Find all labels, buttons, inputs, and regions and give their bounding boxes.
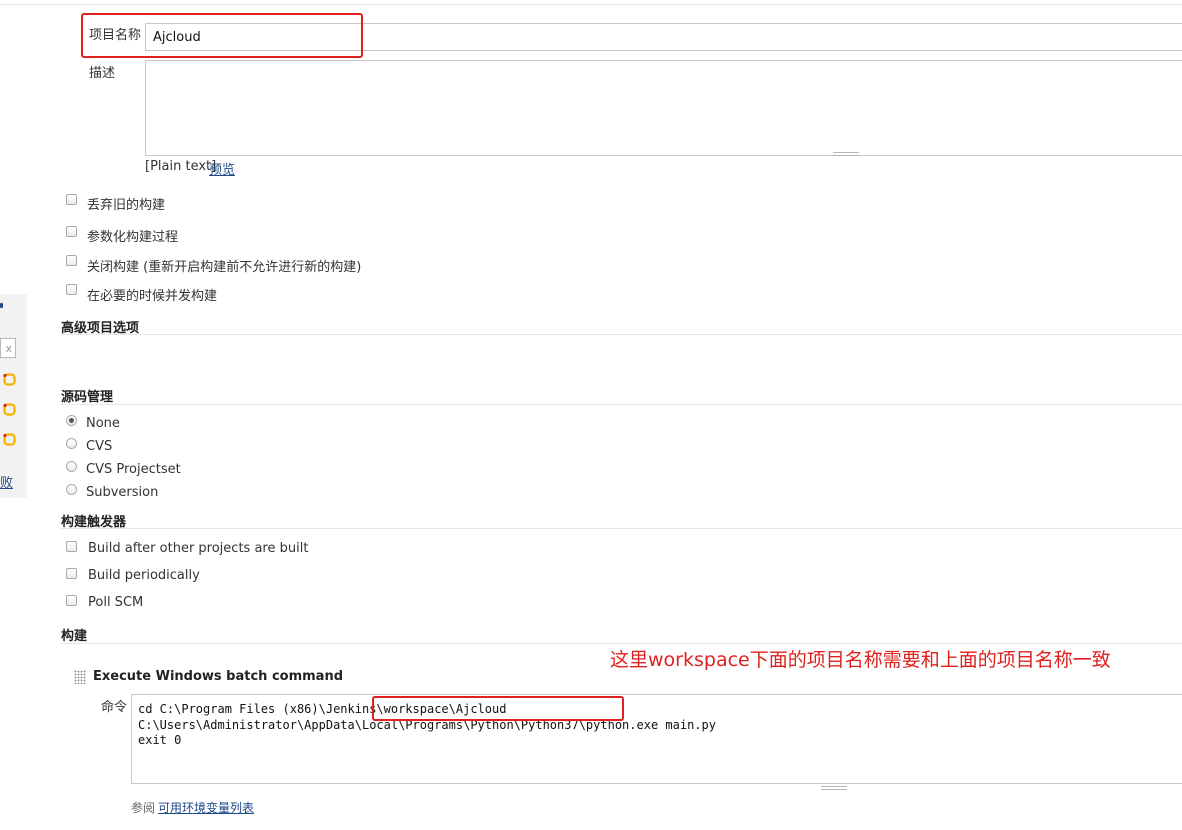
trigger-label: Build periodically (88, 568, 200, 583)
scm-subversion-radio[interactable] (66, 484, 77, 495)
disable-build-checkbox[interactable] (66, 255, 77, 266)
sidebar-edge-mark (0, 303, 3, 308)
build-step-title: Execute Windows batch command (93, 669, 344, 684)
preview-link[interactable]: 预览 (209, 159, 235, 178)
option-label: 关闭构建 (重新开启构建前不允许进行新的构建) (87, 260, 362, 275)
scm-option-label: CVS (86, 439, 113, 454)
env-prefix: 参阅 (131, 801, 156, 815)
format-label: [Plain text] (145, 159, 217, 174)
status-icon[interactable] (3, 433, 16, 446)
section-divider (61, 334, 1182, 335)
description-textarea[interactable] (145, 60, 1182, 156)
scm-cvs-radio[interactable] (66, 438, 77, 449)
scm-option-label: None (86, 416, 120, 431)
section-divider (61, 528, 1182, 529)
scm-none-radio[interactable] (66, 415, 77, 426)
status-icon[interactable] (3, 373, 16, 386)
status-icon[interactable] (3, 403, 16, 416)
annotation-text: 这里workspace下面的项目名称需要和上面的项目名称一致 (610, 649, 1111, 671)
concurrent-build-checkbox[interactable] (66, 284, 77, 295)
section-scm-title: 源码管理 (61, 390, 114, 405)
command-textarea[interactable]: cd C:\Program Files (x86)\Jenkins\worksp… (131, 694, 1182, 784)
option-label: 在必要的时候并发构建 (87, 289, 218, 304)
command-label: 命令 (101, 700, 128, 715)
discard-old-builds-checkbox[interactable] (66, 194, 77, 205)
drag-handle-icon[interactable] (74, 670, 86, 684)
option-label: 参数化构建过程 (87, 230, 179, 245)
top-divider (0, 4, 1182, 5)
highlight-box-project-name (81, 13, 363, 58)
env-vars-link[interactable]: 可用环境变量列表 (158, 799, 254, 816)
scm-option-label: CVS Projectset (86, 462, 181, 477)
trigger-label: Build after other projects are built (88, 541, 309, 556)
trigger-after-other-projects-checkbox[interactable] (66, 541, 77, 552)
sidebar-failed-link[interactable]: 败 (0, 472, 13, 491)
sidebar-panel (0, 294, 27, 498)
textarea-resize-handle[interactable] (833, 152, 859, 156)
description-label: 描述 (89, 66, 116, 81)
sidebar-filter-clear[interactable]: x (0, 338, 16, 358)
option-label: 丢弃旧的构建 (87, 198, 166, 213)
trigger-periodically-checkbox[interactable] (66, 568, 77, 579)
trigger-poll-scm-checkbox[interactable] (66, 595, 77, 606)
scm-option-label: Subversion (86, 485, 159, 500)
section-divider (61, 643, 1182, 644)
section-divider (61, 404, 1182, 405)
trigger-label: Poll SCM (88, 595, 144, 610)
parameterized-build-checkbox[interactable] (66, 226, 77, 237)
highlight-box-workspace (372, 696, 624, 721)
section-build-title: 构建 (61, 629, 88, 644)
scm-cvs-projectset-radio[interactable] (66, 461, 77, 472)
textarea-resize-handle[interactable] (821, 786, 847, 790)
